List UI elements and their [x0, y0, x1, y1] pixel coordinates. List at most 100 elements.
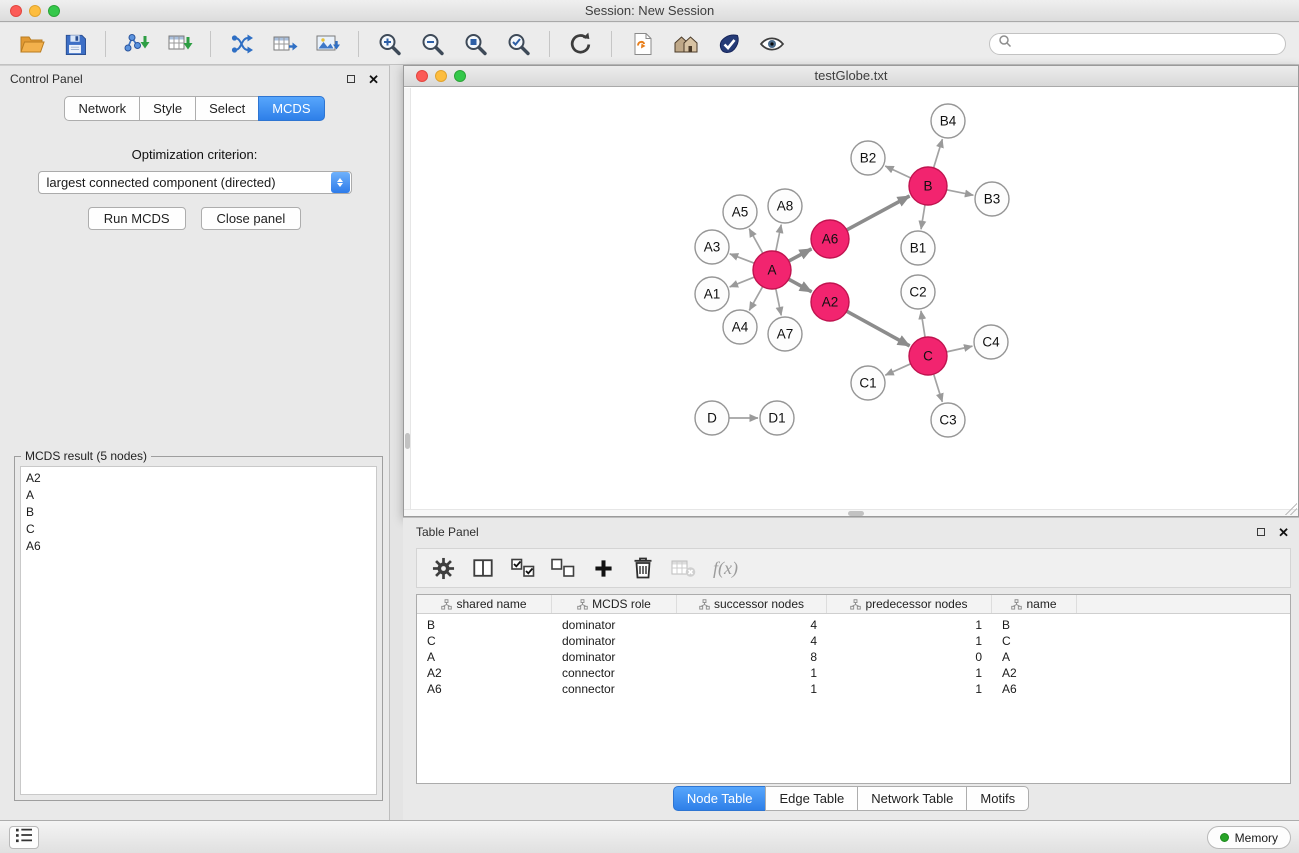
apply-style-icon[interactable] [710, 26, 747, 62]
run-mcds-button[interactable]: Run MCDS [88, 207, 186, 230]
mcds-result-item[interactable]: A6 [21, 538, 376, 555]
column-chooser-icon[interactable] [465, 551, 501, 585]
close-panel-button[interactable]: Close panel [201, 207, 302, 230]
table-close-panel-icon[interactable]: ✕ [1278, 526, 1289, 539]
node-B1[interactable]: B1 [901, 231, 935, 265]
edge-C-C1[interactable] [885, 364, 910, 375]
add-row-icon[interactable] [585, 551, 621, 585]
close-panel-icon[interactable]: ✕ [368, 73, 379, 86]
float-panel-icon[interactable] [347, 75, 355, 83]
zoom-selected-icon[interactable] [500, 26, 537, 62]
edge-A6-B[interactable] [847, 196, 910, 230]
edge-A2-C[interactable] [847, 311, 910, 346]
tab-motifs[interactable]: Motifs [966, 786, 1029, 811]
vertical-scrollbar[interactable] [404, 88, 411, 516]
edge-A-A8[interactable] [776, 225, 781, 252]
import-table-icon[interactable] [161, 26, 198, 62]
node-A[interactable]: A [753, 251, 791, 289]
tab-network-table[interactable]: Network Table [857, 786, 967, 811]
edge-A-A3[interactable] [730, 254, 755, 263]
mcds-result-item[interactable]: A2 [21, 470, 376, 487]
export-table-icon[interactable] [266, 26, 303, 62]
deselect-all-icon[interactable] [545, 551, 581, 585]
import-network-icon[interactable] [118, 26, 155, 62]
minimize-window-icon[interactable] [29, 5, 41, 17]
network-zoom-icon[interactable] [454, 70, 466, 82]
column-header-name[interactable]: name [992, 595, 1077, 613]
export-image-icon[interactable] [309, 26, 346, 62]
edge-A-A5[interactable] [749, 229, 763, 254]
zoom-fit-icon[interactable] [457, 26, 494, 62]
function-builder-icon[interactable]: f(x) [713, 558, 738, 579]
node-B4[interactable]: B4 [931, 104, 965, 138]
table-row[interactable]: A6connector11A6 [417, 681, 1290, 697]
mcds-result-item[interactable]: B [21, 504, 376, 521]
node-C1[interactable]: C1 [851, 366, 885, 400]
close-window-icon[interactable] [10, 5, 22, 17]
column-header-mcds-role[interactable]: MCDS role [552, 595, 677, 613]
node-A4[interactable]: A4 [723, 310, 757, 344]
edge-B-B3[interactable] [947, 190, 974, 195]
edge-B-B2[interactable] [885, 166, 911, 178]
tab-edge-table[interactable]: Edge Table [765, 786, 858, 811]
zoom-window-icon[interactable] [48, 5, 60, 17]
criterion-dropdown[interactable]: largest connected component (directed) [38, 171, 352, 194]
delete-row-icon[interactable] [625, 551, 661, 585]
node-A3[interactable]: A3 [695, 230, 729, 264]
node-A6[interactable]: A6 [811, 220, 849, 258]
refresh-icon[interactable] [562, 26, 599, 62]
node-A1[interactable]: A1 [695, 277, 729, 311]
node-A7[interactable]: A7 [768, 317, 802, 351]
mcds-result-list[interactable]: A2ABCA6 [20, 466, 377, 795]
node-B2[interactable]: B2 [851, 141, 885, 175]
save-session-icon[interactable] [56, 26, 93, 62]
edge-C-C3[interactable] [934, 374, 943, 402]
tab-mcds[interactable]: MCDS [258, 96, 324, 121]
network-close-icon[interactable] [416, 70, 428, 82]
node-A5[interactable]: A5 [723, 195, 757, 229]
tab-node-table[interactable]: Node Table [673, 786, 767, 811]
node-D1[interactable]: D1 [760, 401, 794, 435]
mcds-result-item[interactable]: C [21, 521, 376, 538]
select-all-icon[interactable] [505, 551, 541, 585]
tab-style[interactable]: Style [139, 96, 196, 121]
edge-A-A2[interactable] [789, 279, 812, 292]
edge-B-B4[interactable] [934, 139, 943, 168]
network-graph[interactable]: B4B2BB3A8A5A6A3B1AA1C2A2A4A7C4CC1C3DD1 [404, 88, 1298, 516]
horizontal-scrollbar[interactable] [404, 509, 1298, 516]
network-window-titlebar[interactable]: testGlobe.txt [404, 66, 1298, 87]
table-float-panel-icon[interactable] [1257, 528, 1265, 536]
delete-table-icon[interactable] [665, 551, 701, 585]
edge-A-A1[interactable] [730, 277, 755, 287]
tab-select[interactable]: Select [195, 96, 259, 121]
open-file-icon[interactable] [13, 26, 50, 62]
node-C2[interactable]: C2 [901, 275, 935, 309]
settings-gear-icon[interactable] [425, 551, 461, 585]
table-row[interactable]: Bdominator41B [417, 617, 1290, 633]
edge-A-A7[interactable] [776, 289, 781, 316]
node-B[interactable]: B [909, 167, 947, 205]
mcds-result-item[interactable]: A [21, 487, 376, 504]
search-input[interactable] [1017, 37, 1277, 51]
node-C[interactable]: C [909, 337, 947, 375]
edge-A-A6[interactable] [789, 249, 812, 261]
node-A8[interactable]: A8 [768, 189, 802, 223]
search-box[interactable] [989, 33, 1286, 55]
network-canvas[interactable]: B4B2BB3A8A5A6A3B1AA1C2A2A4A7C4CC1C3DD1 [404, 88, 1298, 516]
column-header-predecessor-nodes[interactable]: predecessor nodes [827, 595, 992, 613]
snapshot-page-icon[interactable] [624, 26, 661, 62]
edge-C-C2[interactable] [921, 311, 925, 337]
resize-grip[interactable] [1285, 503, 1297, 515]
column-header-successor-nodes[interactable]: successor nodes [677, 595, 827, 613]
tab-network[interactable]: Network [64, 96, 140, 121]
task-history-button[interactable] [9, 826, 39, 849]
node-B3[interactable]: B3 [975, 182, 1009, 216]
show-hide-eye-icon[interactable] [753, 26, 790, 62]
node-table[interactable]: shared nameMCDS rolesuccessor nodesprede… [416, 594, 1291, 784]
table-row[interactable]: Adominator80A [417, 649, 1290, 665]
memory-button[interactable]: Memory [1207, 826, 1291, 849]
clone-network-icon[interactable] [223, 26, 260, 62]
table-row[interactable]: A2connector11A2 [417, 665, 1290, 681]
node-C4[interactable]: C4 [974, 325, 1008, 359]
zoom-out-icon[interactable] [414, 26, 451, 62]
